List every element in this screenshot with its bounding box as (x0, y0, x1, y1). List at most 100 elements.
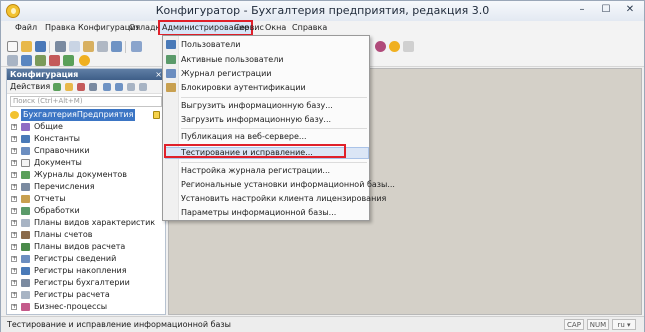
sort-icon[interactable] (127, 83, 135, 91)
status-text: Тестирование и исправление информационно… (7, 320, 231, 329)
menu-item-export-db[interactable]: Выгрузить информационную базу... (181, 100, 333, 112)
accum-registers-icon (21, 267, 30, 275)
close-button[interactable]: ✕ (619, 3, 641, 18)
menu-separator (181, 97, 367, 98)
tree-item-label: Справочники (34, 146, 90, 155)
find-icon[interactable] (111, 41, 122, 52)
status-bar: Тестирование и исправление информационно… (1, 316, 644, 332)
lock-icon (166, 83, 176, 92)
info-icon[interactable] (389, 41, 400, 52)
panel-header: Конфигурация × (7, 69, 165, 80)
expand-icon[interactable]: + (11, 196, 17, 202)
menu-edit[interactable]: Правка (45, 22, 75, 34)
syntax-check-icon[interactable] (375, 41, 386, 52)
expand-icon[interactable]: + (11, 172, 17, 178)
menu-file[interactable]: Файл (15, 22, 37, 34)
save-icon[interactable] (35, 41, 46, 52)
menu-item-active-users[interactable]: Активные пользователи (181, 54, 284, 66)
menu-help[interactable]: Справка (292, 22, 327, 34)
cut-icon[interactable] (55, 41, 66, 52)
debug-icon[interactable] (79, 55, 90, 66)
tree-item-char-types[interactable]: + Планы видов характеристик (7, 217, 165, 229)
menu-item-db-parameters[interactable]: Параметры информационной базы... (181, 207, 336, 219)
tree-item-constants[interactable]: + Константы (7, 133, 165, 145)
expand-icon[interactable]: + (11, 220, 17, 226)
tree-item-accum-registers[interactable]: + Регистры накопления (7, 265, 165, 277)
menu-item-web-publish[interactable]: Публикация на веб-сервере... (181, 131, 307, 143)
menu-item-users[interactable]: Пользователи (181, 39, 240, 51)
tree-item-documents[interactable]: + Документы (7, 157, 165, 169)
tree-item-label: Отчеты (34, 194, 66, 203)
paste-icon[interactable] (83, 41, 94, 52)
menu-item-log-settings[interactable]: Настройка журнала регистрации... (181, 165, 330, 177)
expand-icon[interactable]: + (11, 280, 17, 286)
move-up-icon[interactable] (103, 83, 111, 91)
tree-item-doc-journals[interactable]: + Журналы документов (7, 169, 165, 181)
panel-close-button[interactable]: × (155, 69, 162, 80)
filter-icon[interactable] (139, 83, 147, 91)
menu-item-regional-settings[interactable]: Региональные установки информационной ба… (181, 179, 395, 191)
add-icon[interactable] (53, 83, 61, 91)
enums-icon (21, 183, 30, 191)
tree-item-calc-types[interactable]: + Планы видов расчета (7, 241, 165, 253)
menu-item-import-db[interactable]: Загрузить информационную базу... (181, 114, 331, 126)
dropdown-icon[interactable] (403, 41, 414, 52)
expand-icon[interactable]: + (11, 292, 17, 298)
title-bar: Конфигуратор - Бухгалтерия предприятия, … (1, 1, 644, 21)
expand-icon[interactable]: + (11, 160, 17, 166)
common-icon (21, 123, 30, 131)
menu-windows[interactable]: Окна (265, 22, 286, 34)
tree-item-label: Бизнес-процессы (34, 302, 108, 311)
edit-icon[interactable] (65, 83, 73, 91)
expand-icon[interactable]: + (11, 136, 17, 142)
expand-icon[interactable]: + (11, 232, 17, 238)
window-icon[interactable] (7, 55, 18, 66)
expand-icon[interactable]: + (11, 256, 17, 262)
tree-item-label: Журналы документов (34, 170, 127, 179)
expand-icon[interactable]: + (11, 268, 17, 274)
language-indicator[interactable]: ru ▾ (612, 319, 636, 330)
copy-icon[interactable] (69, 41, 80, 52)
tree-item-processing[interactable]: + Обработки (7, 205, 165, 217)
move-down-icon[interactable] (115, 83, 123, 91)
config-icon[interactable] (49, 55, 60, 66)
expand-icon[interactable]: + (11, 208, 17, 214)
search-input[interactable]: Поиск (Ctrl+Alt+M) (10, 96, 162, 107)
tree-item-common[interactable]: + Общие (7, 121, 165, 133)
compare-icon[interactable] (35, 55, 46, 66)
database-icon[interactable] (21, 55, 32, 66)
menu-item-event-log[interactable]: Журнал регистрации (181, 68, 272, 80)
open-icon[interactable] (21, 41, 32, 52)
users-icon (166, 40, 176, 49)
accounting-registers-icon (21, 279, 30, 287)
tree-item-calc-registers[interactable]: + Регистры расчета (7, 289, 165, 301)
expand-icon[interactable]: + (11, 244, 17, 250)
tree-root[interactable]: БухгалтерияПредприятия (7, 109, 165, 121)
actions-button[interactable]: Действия (10, 82, 50, 91)
menu-item-auth-locks[interactable]: Блокировки аутентификации (181, 82, 306, 94)
tree-item-accounting-registers[interactable]: + Регистры бухгалтерии (7, 277, 165, 289)
menu-item-license-client[interactable]: Установить настройки клиента лицензирова… (181, 193, 386, 205)
tree-item-info-registers[interactable]: + Регистры сведений (7, 253, 165, 265)
num-indicator: NUM (587, 319, 609, 330)
properties-icon[interactable] (89, 83, 97, 91)
tree-item-charts-of-accounts[interactable]: + Планы счетов (7, 229, 165, 241)
run-icon[interactable] (63, 55, 74, 66)
tree-item-catalogs[interactable]: + Справочники (7, 145, 165, 157)
expand-icon[interactable]: + (11, 148, 17, 154)
caps-indicator: CAP (564, 319, 584, 330)
tree-item-label: Документы (34, 158, 82, 167)
menu-service[interactable]: Сервис (234, 22, 264, 34)
tree-item-enums[interactable]: + Перечисления (7, 181, 165, 193)
delete-icon[interactable] (77, 83, 85, 91)
expand-icon[interactable]: + (11, 304, 17, 310)
tree-item-business-processes[interactable]: + Бизнес-процессы (7, 301, 165, 313)
tree-item-reports[interactable]: + Отчеты (7, 193, 165, 205)
delete-icon[interactable] (97, 41, 108, 52)
new-icon[interactable] (7, 41, 18, 52)
undo-icon[interactable] (131, 41, 142, 52)
expand-icon[interactable]: + (11, 184, 17, 190)
minimize-button[interactable]: – (571, 3, 593, 18)
maximize-button[interactable]: ☐ (595, 3, 617, 18)
expand-icon[interactable]: + (11, 124, 17, 130)
